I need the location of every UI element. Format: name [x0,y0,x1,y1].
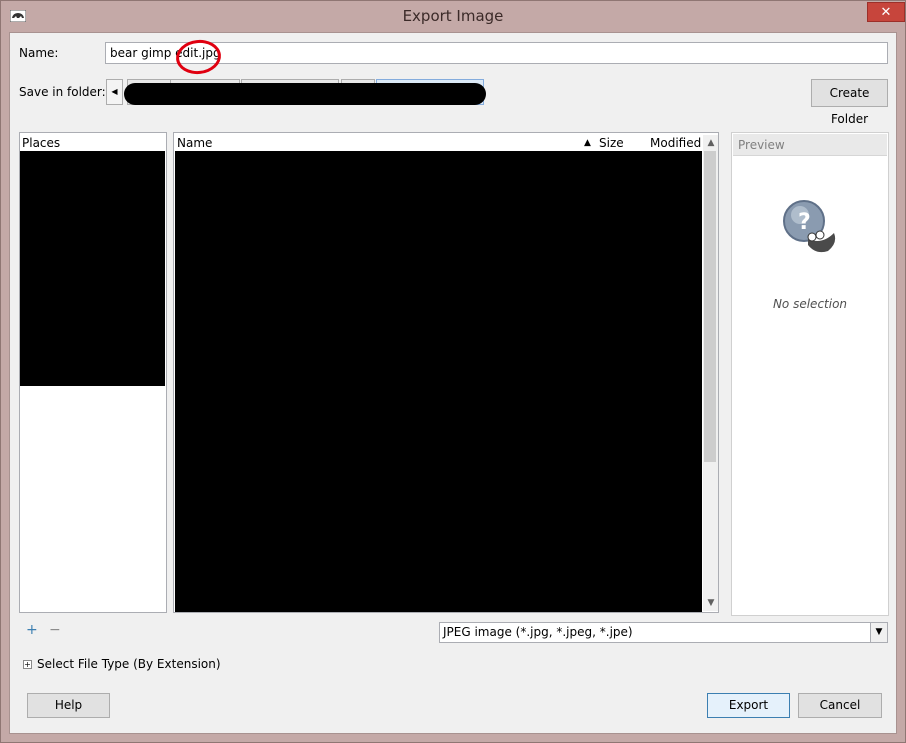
column-modified-header[interactable]: Modified [650,136,701,150]
scroll-up-icon[interactable]: ▲ [705,137,717,149]
filter-selected-value: JPEG image (*.jpg, *.jpeg, *.jpe) [443,625,633,639]
name-input[interactable]: bear gimp edit.jpg [105,42,888,64]
files-scrollbar[interactable]: ▲ ▼ [703,135,718,611]
title-bar[interactable]: Export Image ✕ [1,1,905,32]
redaction-bar [124,83,486,105]
places-list[interactable] [20,151,165,386]
svg-text:?: ? [798,210,811,235]
scroll-down-icon[interactable]: ▼ [705,597,717,609]
cancel-button[interactable]: Cancel [798,693,882,718]
preview-panel: Preview ? No selection [731,132,889,616]
expand-icon[interactable]: + [23,660,32,669]
column-size-header[interactable]: Size [599,136,624,150]
scroll-thumb[interactable] [704,151,716,462]
close-button[interactable]: ✕ [867,2,905,22]
file-type-filter-select[interactable]: JPEG image (*.jpg, *.jpeg, *.jpe) ▼ [439,622,888,643]
remove-place-icon[interactable]: − [49,622,61,638]
chevron-down-icon[interactable]: ▼ [870,623,887,642]
add-place-icon[interactable]: + [26,622,38,638]
export-image-dialog: Export Image ✕ Name: bear gimp edit.jpg … [0,0,906,743]
window-title: Export Image [402,7,504,25]
select-file-type-expander[interactable]: Select File Type (By Extension) [37,657,221,671]
places-header[interactable]: Places [20,133,166,151]
sort-ascending-icon: ▲ [584,138,591,148]
preview-header: Preview [733,134,887,156]
no-selection-text: No selection [772,297,848,311]
files-panel: Name ▲ Size Modified ▲ ▼ [173,132,719,613]
places-panel: Places [19,132,167,613]
help-button[interactable]: Help [27,693,110,718]
dialog-body: Name: bear gimp edit.jpg Save in folder:… [9,32,897,734]
files-list[interactable] [175,151,702,612]
column-name-header[interactable]: Name [177,136,212,150]
name-label: Name: [19,46,59,60]
create-folder-button[interactable]: Create Folder [811,79,888,126]
save-in-folder-label: Save in folder: [19,85,106,99]
path-scroll-left-button[interactable]: ◀ [106,79,123,105]
export-button[interactable]: Export [707,693,790,718]
no-preview-icon: ? [783,200,836,253]
